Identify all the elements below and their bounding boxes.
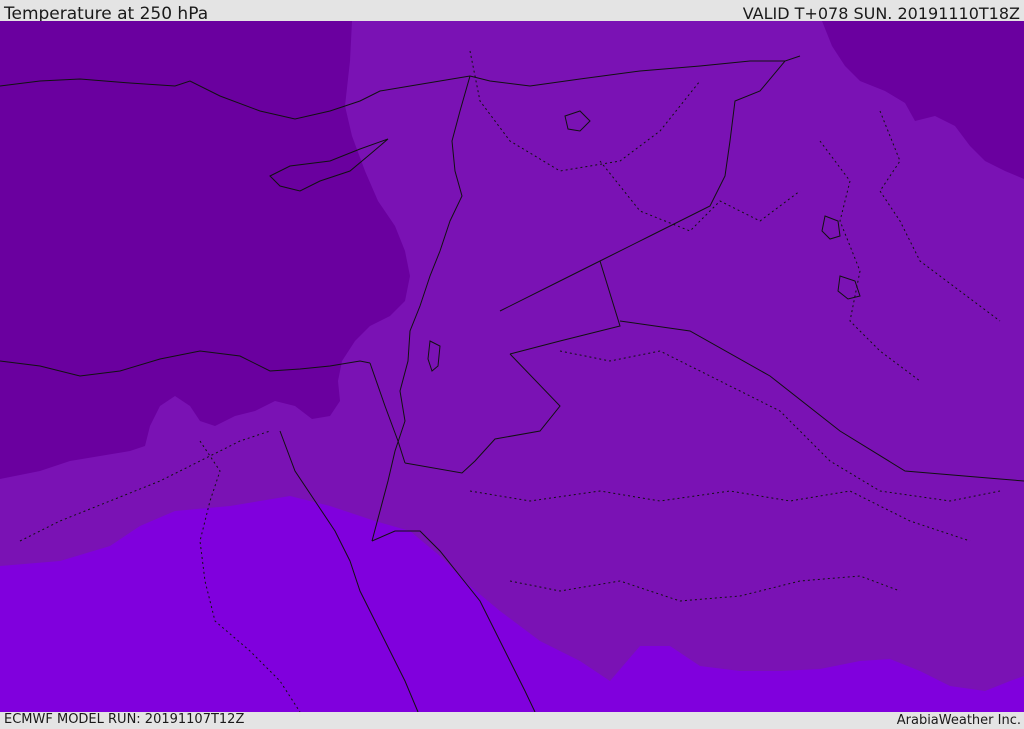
header-bar: Temperature at 250 hPa VALID T+078 SUN. … [0,0,1024,24]
weather-map-page: Temperature at 250 hPa VALID T+078 SUN. … [0,0,1024,729]
credit-label: ArabiaWeather Inc. [896,713,1021,728]
temperature-map [0,21,1024,712]
footer-bar: ECMWF MODEL RUN: 20191107T12Z ArabiaWeat… [0,712,1024,729]
model-run-label: ECMWF MODEL RUN: 20191107T12Z [4,712,245,727]
